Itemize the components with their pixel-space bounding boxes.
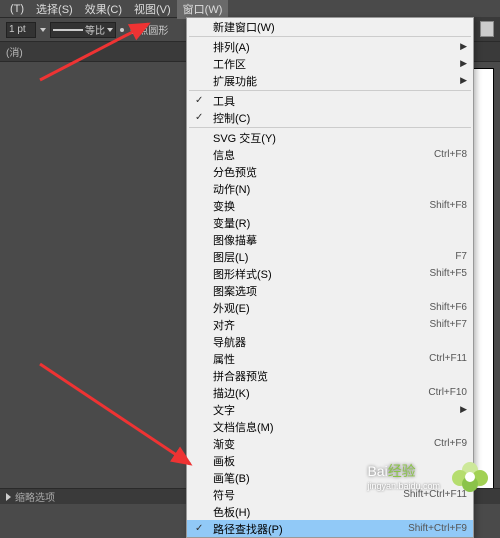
menu-new-window[interactable]: 新建窗口(W) (187, 18, 473, 35)
menu-pattern-options[interactable]: 图案选项 (187, 282, 473, 299)
panel-toggle[interactable] (474, 17, 500, 41)
document-icon (480, 21, 494, 37)
menu-select[interactable]: 选择(S) (30, 0, 79, 19)
menu-control[interactable]: ✓控制(C) (187, 109, 473, 126)
menu-separator (189, 36, 471, 37)
submenu-arrow-icon: ▶ (460, 58, 467, 69)
submenu-arrow-icon: ▶ (460, 404, 467, 415)
menu-align[interactable]: 对齐Shift+F7 (187, 316, 473, 333)
menu-image-trace[interactable]: 图像描摹 (187, 231, 473, 248)
menu-actions[interactable]: 动作(N) (187, 180, 473, 197)
menu-info[interactable]: 信息Ctrl+F8 (187, 146, 473, 163)
menu-extensions[interactable]: 扩展功能▶ (187, 72, 473, 89)
menu-effect[interactable]: 效果(C) (79, 0, 128, 19)
expand-icon[interactable] (6, 493, 11, 501)
menu-transform[interactable]: 变换Shift+F8 (187, 197, 473, 214)
menu-tools[interactable]: ✓工具 (187, 92, 473, 109)
menu-stroke[interactable]: 描边(K)Ctrl+F10 (187, 384, 473, 401)
menu-gradient[interactable]: 渐变Ctrl+F9 (187, 435, 473, 452)
check-icon: ✓ (195, 95, 203, 106)
menu-appearance[interactable]: 外观(E)Shift+F6 (187, 299, 473, 316)
watermark-brand: Bai (367, 463, 387, 479)
submenu-arrow-icon: ▶ (460, 41, 467, 52)
menu-navigator[interactable]: 导航器 (187, 333, 473, 350)
bottom-label: 缩略选项 (15, 489, 55, 504)
watermark: Bai经验 jingyan.baidu.com (367, 452, 494, 500)
line-icon (53, 29, 83, 31)
menu-separator (189, 90, 471, 91)
menu-window[interactable]: 窗口(W) (177, 0, 229, 19)
menu-doc-info[interactable]: 文档信息(M) (187, 418, 473, 435)
menu-swatch[interactable]: 色板(H) (187, 503, 473, 520)
menu-separations[interactable]: 分色预览 (187, 163, 473, 180)
watermark-url: jingyan.baidu.com (367, 481, 440, 491)
menu-layers[interactable]: 图层(L)F7 (187, 248, 473, 265)
menu-pathfinder[interactable]: ✓路径查找器(P)Shift+Ctrl+F9 (187, 520, 473, 537)
dropdown-icon (107, 28, 113, 32)
check-icon: ✓ (195, 523, 203, 534)
menu-graphic-styles[interactable]: 图形样式(S)Shift+F5 (187, 265, 473, 282)
menu-variables[interactable]: 变量(R) (187, 214, 473, 231)
menu-type[interactable]: 文字▶ (187, 401, 473, 418)
menu-flattener[interactable]: 拼合器预览 (187, 367, 473, 384)
menu-svg[interactable]: SVG 交互(Y) (187, 129, 473, 146)
dot-icon[interactable] (120, 28, 124, 32)
menu-separator (189, 127, 471, 128)
menu-arrange[interactable]: 排列(A)▶ (187, 38, 473, 55)
document-tab[interactable]: (消) (6, 44, 23, 59)
menu-view[interactable]: 视图(V) (128, 0, 177, 19)
submenu-arrow-icon: ▶ (460, 75, 467, 86)
stroke-width-input[interactable] (6, 22, 36, 38)
stroke-style-dropdown[interactable]: 等比 (50, 22, 116, 38)
point-label: 5 点圆形 (130, 22, 168, 37)
menubar: (T) 选择(S) 效果(C) 视图(V) 窗口(W) (0, 0, 500, 18)
check-icon: ✓ (195, 112, 203, 123)
flower-icon (446, 452, 494, 500)
dropdown-icon[interactable] (40, 28, 46, 32)
menu-t[interactable]: (T) (4, 1, 30, 17)
menu-workspace[interactable]: 工作区▶ (187, 55, 473, 72)
menu-attributes[interactable]: 属性Ctrl+F11 (187, 350, 473, 367)
